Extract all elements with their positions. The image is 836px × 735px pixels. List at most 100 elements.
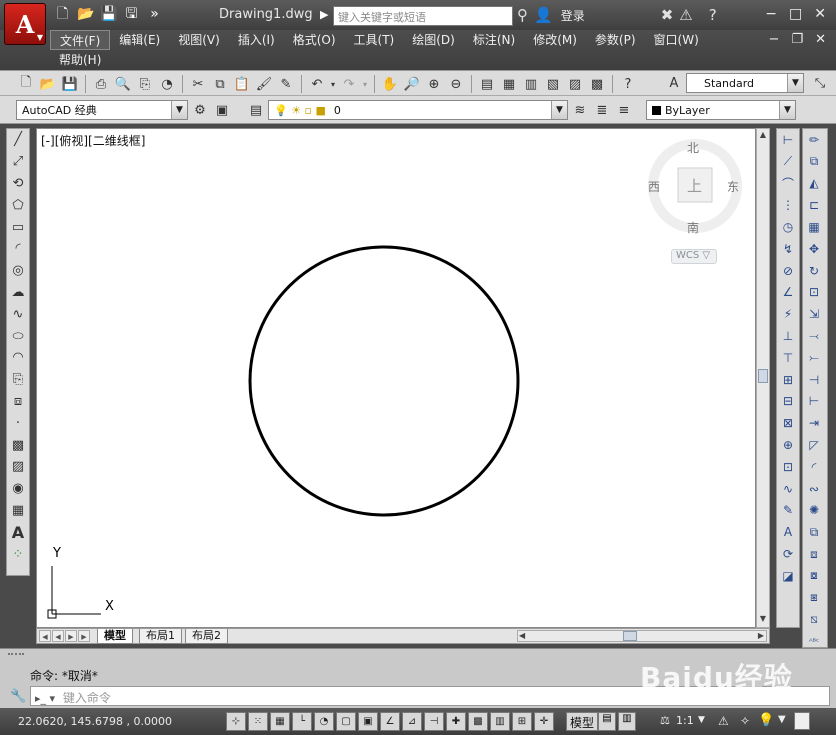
menu-help[interactable]: 帮助(H) [50,50,110,70]
scroll-down-icon[interactable]: ▼ [757,614,769,626]
print-preview-icon[interactable]: 🔍 [113,74,133,94]
binoculars-icon[interactable]: ⚲ [517,6,528,24]
menu-modify[interactable]: 修改(M) [524,30,586,50]
dynamic-ucs-icon[interactable]: ⊿ [402,712,422,731]
compass-north[interactable]: 北 [687,139,699,156]
open-icon[interactable]: 📂 [38,74,58,94]
redo-dropdown-icon[interactable]: ▾ [361,74,369,94]
offset-icon[interactable]: ⊏ [803,194,825,216]
angular-icon[interactable]: ∠ [777,282,799,304]
layer-state-icon[interactable]: ≡ [614,100,634,120]
help-icon[interactable]: ? [709,6,717,24]
infer-constraints-icon[interactable]: ⊹ [226,712,246,731]
break-icon[interactable]: ⊟ [777,391,799,413]
object-snap-icon[interactable]: ▢ [336,712,356,731]
warning-icon[interactable]: ⚠ [679,6,692,24]
vertical-scrollbar[interactable]: ▲ ▼ [756,128,770,628]
tab-layout2[interactable]: 布局2 [185,629,228,644]
construction-line-icon[interactable]: ⤢ [7,151,29,173]
workspace-dropdown[interactable]: AutoCAD 经典 ▼ [16,100,188,120]
snap-mode-icon[interactable]: ⁙ [248,712,268,731]
erase-icon[interactable]: ✏ [803,129,825,151]
circle-icon[interactable]: ◎ [7,260,29,282]
send-back-icon[interactable]: ⧇ [803,565,825,587]
bring-front-icon[interactable]: ⧈ [803,543,825,565]
object-snap-tracking-icon[interactable]: ∠ [380,712,400,731]
more-icon[interactable]: » [146,6,163,23]
doc-restore-icon[interactable]: ❐ [791,32,803,47]
polyline-icon[interactable]: ⟲ [7,173,29,195]
annotation-monitor-icon[interactable]: ✛ [534,712,554,731]
color-dropdown[interactable]: ByLayer ▼ [646,100,796,120]
region-icon[interactable]: ◉ [7,478,29,500]
explode-icon[interactable]: ✺ [803,500,825,522]
tab-layout1[interactable]: 布局1 [139,629,182,644]
minimize-icon[interactable]: − [765,6,777,22]
annotation-scale-icon[interactable]: ⚖ [660,714,670,727]
insert-block-icon[interactable]: ⎘ [7,369,29,391]
cut-icon[interactable]: ✂ [188,74,208,94]
hatch-icon[interactable]: ▩ [7,434,29,456]
selection-cycling-icon[interactable]: ⊞ [512,712,532,731]
continue-icon[interactable]: ⊤ [777,347,799,369]
gradient-icon[interactable]: ▨ [7,456,29,478]
table-icon[interactable]: ▦ [7,500,29,522]
rotate-icon[interactable]: ↻ [803,260,825,282]
send-under-icon[interactable]: ⧅ [803,609,825,631]
save-icon[interactable]: 💾 [100,6,117,23]
make-current-layer-icon[interactable]: ≋ [570,100,590,120]
undo-dropdown-icon[interactable]: ▾ [329,74,337,94]
menu-draw[interactable]: 绘图(D) [403,30,464,50]
match-properties-icon[interactable]: 🖌 [254,74,274,94]
quick-properties-icon[interactable]: ▥ [490,712,510,731]
multiline-text-icon[interactable]: A [7,521,29,543]
dimension-style-icon[interactable]: ⤡ [810,73,830,93]
new-file-icon[interactable]: 🗋 [54,6,71,23]
ordinate-icon[interactable]: ⋮ [777,194,799,216]
spline-icon[interactable]: ∿ [7,303,29,325]
layer-previous-icon[interactable]: ≣ [592,100,612,120]
inspection-icon[interactable]: ⊡ [777,456,799,478]
edit-text-icon[interactable]: A [777,521,799,543]
layer-properties-icon[interactable]: ▤ [246,100,266,120]
print-icon[interactable]: ⎙ [91,74,111,94]
first-tab-icon[interactable]: ◀ [39,630,51,642]
next-tab-icon[interactable]: ▶ [65,630,77,642]
menu-file[interactable]: 文件(F) [50,30,111,50]
array-icon[interactable]: ▦ [803,216,825,238]
close-icon[interactable]: ✕ [814,6,826,22]
ellipse-icon[interactable]: ⬭ [7,325,29,347]
quick-view-drawings-icon[interactable]: ▥ [618,712,636,731]
break-at-point-icon[interactable]: ⊣ [803,369,825,391]
menu-window[interactable]: 窗口(W) [645,30,708,50]
menu-insert[interactable]: 插入(I) [229,30,284,50]
make-block-icon[interactable]: ⧈ [7,391,29,413]
bring-above-icon[interactable]: ⧆ [803,587,825,609]
polygon-icon[interactable]: ⬠ [7,194,29,216]
coordinates-readout[interactable]: 22.0620, 145.6798 , 0.0000 [18,715,172,728]
line-icon[interactable]: ╱ [7,129,29,151]
properties-icon[interactable]: ▤ [477,74,497,94]
3d-dwf-icon[interactable]: ◔ [157,74,177,94]
copy-icon[interactable]: ⧉ [210,74,230,94]
wrench-icon[interactable]: 🔧 [10,689,26,704]
radius-icon[interactable]: ◷ [777,216,799,238]
user-icon[interactable]: 👤 [534,6,553,24]
scroll-left-icon[interactable]: ◀ [519,631,525,640]
design-center-icon[interactable]: ▦ [499,74,519,94]
ortho-mode-icon[interactable]: └ [292,712,312,731]
point-icon[interactable]: · [7,412,29,434]
stretch-icon[interactable]: ⇲ [803,303,825,325]
save-as-icon[interactable]: 🖫 [123,6,140,23]
vertical-scroll-thumb[interactable] [758,369,768,383]
publish-icon[interactable]: ⎘ [135,74,155,94]
quick-view-layouts-icon[interactable]: ▤ [598,712,616,731]
help-icon[interactable]: ? [618,74,638,94]
move-icon[interactable]: ✥ [803,238,825,260]
transparency-icon[interactable]: ▩ [468,712,488,731]
3d-object-snap-icon[interactable]: ▣ [358,712,378,731]
compass-south[interactable]: 南 [687,219,699,236]
text-style-dropdown[interactable]: Standard ▼ [686,73,804,93]
pan-icon[interactable]: ✋ [380,74,400,94]
undo-icon[interactable]: ↶ [307,74,327,94]
